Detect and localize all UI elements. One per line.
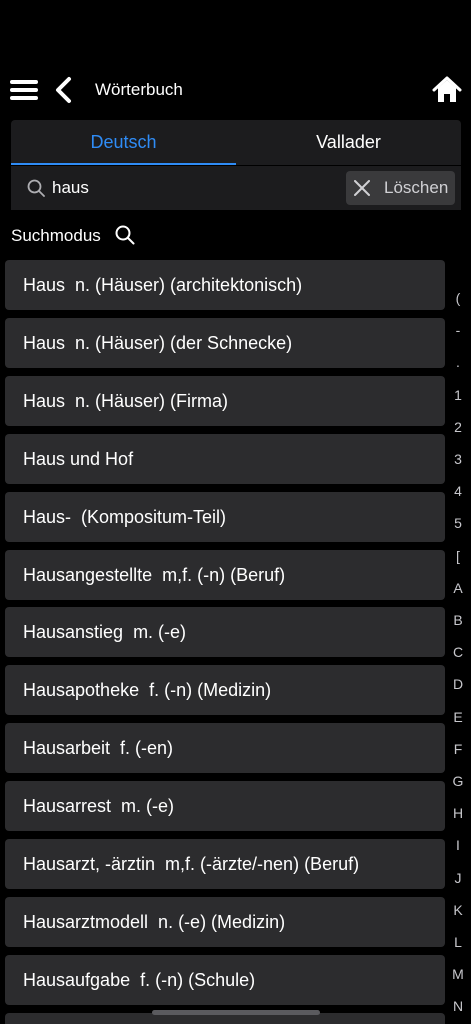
nav-bar: Wörterbuch bbox=[0, 62, 471, 118]
index-letter[interactable]: F bbox=[446, 741, 470, 757]
index-letter[interactable]: E bbox=[446, 709, 470, 725]
list-item-label: Haus und Hof bbox=[23, 448, 134, 469]
list-item-label: Haus n. (Häuser) (architektonisch) bbox=[23, 275, 303, 295]
index-letter[interactable]: C bbox=[446, 644, 470, 660]
results-list: Haus n. (Häuser) (architektonisch) Haus n… bbox=[5, 260, 445, 1024]
index-letter[interactable]: 2 bbox=[446, 419, 470, 435]
index-letter[interactable]: G bbox=[446, 773, 470, 789]
list-item-label: Hausarzt, -ärztin m,f. (-ärzte/-nen) (Be… bbox=[23, 854, 360, 874]
list-item[interactable]: Haus n. (Häuser) (der Schnecke) bbox=[5, 317, 445, 368]
list-item[interactable]: Haus n. (Häuser) (architektonisch) bbox=[5, 260, 445, 310]
home-icon[interactable] bbox=[432, 76, 462, 104]
index-letter[interactable]: N bbox=[446, 998, 470, 1014]
menu-icon[interactable] bbox=[10, 78, 38, 102]
index-letter[interactable]: ( bbox=[446, 290, 470, 306]
index-letter[interactable]: J bbox=[446, 870, 470, 886]
list-item-label: Haus n. (Häuser) (der Schnecke) bbox=[23, 332, 293, 353]
list-item-label: Hausapotheke f. (-n) (Medizin) bbox=[23, 680, 272, 701]
list-item-label: Haus- (Kompositum-Teil) bbox=[23, 506, 227, 527]
clear-button-label: Löschen bbox=[384, 178, 449, 197]
search-icon bbox=[27, 179, 45, 197]
status-bar bbox=[0, 0, 471, 62]
list-item-label: Hausarztmodell n. (-e) (Medizin) bbox=[23, 911, 286, 932]
list-item-label: Haus n. (Häuser) (Firma) bbox=[23, 390, 229, 411]
search-mode-label: Suchmodus bbox=[11, 226, 101, 245]
index-letter[interactable]: 4 bbox=[446, 483, 470, 499]
close-icon bbox=[354, 180, 370, 196]
clear-button[interactable]: Löschen bbox=[346, 171, 455, 205]
index-letter[interactable]: A bbox=[446, 580, 470, 596]
tab-vallader[interactable]: Vallader bbox=[236, 120, 461, 165]
alphabet-index: ( -. 1 2 3 4 5 [ A B C D E F G H I J K L M N bbox=[446, 290, 470, 1024]
list-item-label: Hausanstieg m. (-e) bbox=[23, 622, 187, 643]
index-letter[interactable]: I bbox=[446, 837, 470, 853]
active-tab-indicator bbox=[11, 163, 236, 165]
list-item[interactable]: Hausarbeit f. (-en) bbox=[5, 723, 445, 774]
index-letter[interactable]: B bbox=[446, 612, 470, 628]
index-letter[interactable]: 1 bbox=[446, 387, 470, 403]
search-bar: Löschen bbox=[11, 166, 461, 210]
home-indicator bbox=[152, 1010, 320, 1015]
tab-deutsch[interactable]: Deutsch bbox=[11, 120, 236, 165]
index-letter[interactable]: [ bbox=[446, 548, 470, 564]
list-item[interactable]: Hausangestellte m,f. (-n) (Beruf) bbox=[5, 549, 445, 600]
index-letter[interactable]: - bbox=[446, 322, 470, 338]
back-chevron-icon[interactable] bbox=[52, 76, 76, 104]
index-letter[interactable]: 3 bbox=[446, 451, 470, 467]
list-item-label: Hausangestellte m,f. (-n) (Beruf) bbox=[23, 564, 286, 585]
list-item[interactable]: Hausarztmodell n. (-e) (Medizin) bbox=[5, 896, 445, 947]
page-title: Wörterbuch bbox=[95, 80, 183, 99]
list-item[interactable]: Hausanstieg m. (-e) bbox=[5, 607, 445, 658]
list-item-label: Hausarbeit f. (-en) bbox=[23, 738, 174, 759]
search-input[interactable] bbox=[52, 174, 342, 202]
index-letter[interactable]: M bbox=[446, 966, 470, 982]
list-item[interactable]: Hausapotheke f. (-n) (Medizin) bbox=[5, 665, 445, 716]
index-letter[interactable]: K bbox=[446, 902, 470, 918]
index-letter[interactable]: L bbox=[446, 934, 470, 950]
list-item[interactable]: Hausaufgabe f. (-n) (Schule) bbox=[5, 954, 445, 1005]
list-item[interactable]: Haus und Hof bbox=[5, 433, 445, 484]
list-item-label: Hausarrest m. (-e) bbox=[23, 796, 175, 817]
index-letter[interactable]: D bbox=[446, 676, 470, 692]
index-letter[interactable]: H bbox=[446, 805, 470, 821]
list-item[interactable]: Haus n. (Häuser) (Firma) bbox=[5, 375, 445, 426]
list-item-label: Hausaufgabe f. (-n) (Schule) bbox=[23, 969, 256, 990]
index-letter[interactable]: 5 bbox=[446, 515, 470, 531]
search-icon bbox=[115, 225, 135, 245]
list-item[interactable]: Hausarzt, -ärztin m,f. (-ärzte/-nen) (Be… bbox=[5, 839, 445, 889]
language-tabs: Deutsch Vallader bbox=[11, 120, 461, 165]
index-letter[interactable]: . bbox=[446, 354, 470, 370]
list-item[interactable]: Hausarrest m. (-e) bbox=[5, 781, 445, 832]
list-item[interactable]: Haus- (Kompositum-Teil) bbox=[5, 491, 445, 542]
